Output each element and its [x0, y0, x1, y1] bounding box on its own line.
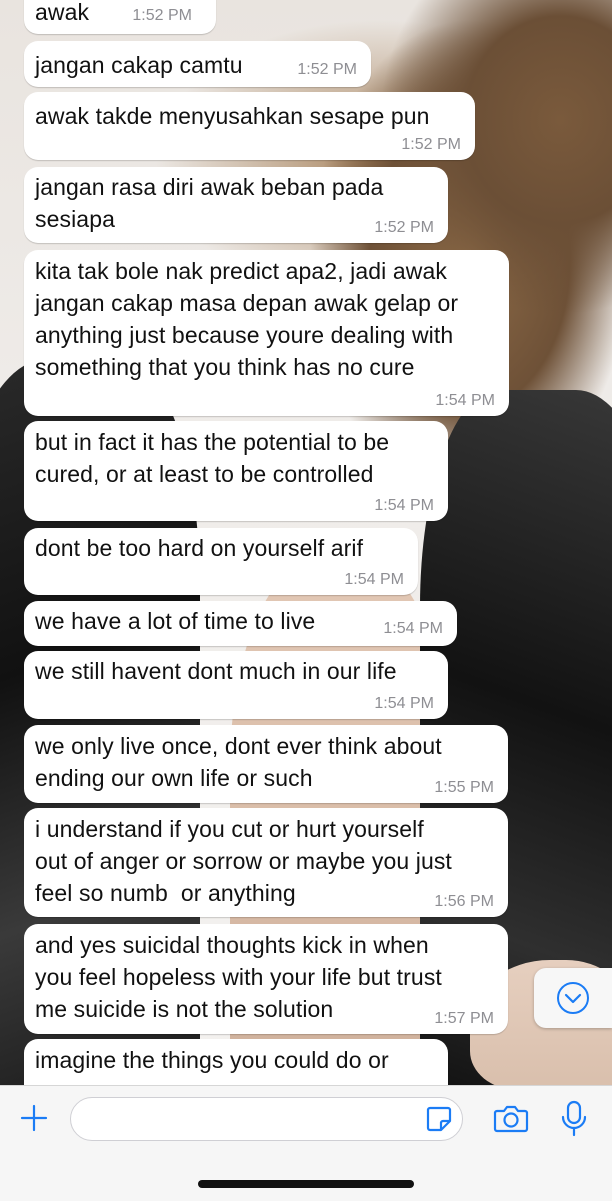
message-bubble[interactable]: we only live once, dont ever think about… [24, 725, 508, 803]
message-text: imagine the things you could do or [35, 1047, 389, 1073]
message-text: but in fact it has the potential to be c… [35, 429, 390, 487]
message-bubble[interactable]: we have a lot of time to live 1:54 PM [24, 601, 457, 646]
message-bubble[interactable]: we still havent dont much in our life 1:… [24, 651, 448, 719]
chevron-down-icon [557, 982, 589, 1014]
message-bubble[interactable]: awak 1:52 PM [24, 0, 216, 34]
message-bubble[interactable]: i understand if you cut or hurt yourself… [24, 808, 508, 917]
message-bubble[interactable]: jangan cakap camtu 1:52 PM [24, 41, 371, 87]
message-time: 1:52 PM [401, 136, 461, 153]
message-input[interactable] [70, 1097, 463, 1141]
message-time: 1:54 PM [344, 571, 404, 588]
home-indicator[interactable] [198, 1180, 414, 1188]
message-bubble[interactable]: dont be too hard on yourself arif 1:54 P… [24, 528, 418, 595]
microphone-icon[interactable] [560, 1100, 588, 1138]
sticker-icon[interactable] [424, 1104, 454, 1134]
message-time: 1:52 PM [132, 7, 192, 24]
message-list[interactable]: awak 1:52 PM jangan cakap camtu 1:52 PM … [0, 0, 612, 1085]
scroll-to-bottom-button[interactable] [534, 968, 612, 1028]
message-text: we still havent dont much in our life [35, 658, 397, 684]
plus-icon[interactable] [18, 1102, 50, 1134]
message-text: awak takde menyusahkan sesape pun [35, 103, 430, 129]
message-text: we only live once, dont ever think about… [35, 733, 442, 791]
message-text: i understand if you cut or hurt yourself… [35, 816, 452, 906]
message-bubble[interactable]: awak takde menyusahkan sesape pun 1:52 P… [24, 92, 475, 160]
camera-icon[interactable] [493, 1103, 529, 1133]
message-text: dont be too hard on yourself arif [35, 535, 364, 561]
message-time: 1:56 PM [434, 893, 494, 910]
message-time: 1:57 PM [434, 1010, 494, 1027]
message-time: 1:54 PM [383, 620, 443, 637]
message-time: 1:54 PM [374, 695, 434, 712]
message-bubble[interactable]: kita tak bole nak predict apa2, jadi awa… [24, 250, 509, 416]
message-bubble[interactable]: jangan rasa diri awak beban pada sesiapa… [24, 167, 448, 243]
message-time: 1:52 PM [374, 219, 434, 236]
message-text: and yes suicidal thoughts kick in when y… [35, 932, 442, 1022]
message-text: kita tak bole nak predict apa2, jadi awa… [35, 258, 459, 380]
message-bubble[interactable]: but in fact it has the potential to be c… [24, 421, 448, 521]
message-time: 1:52 PM [297, 61, 357, 78]
message-bubble[interactable]: imagine the things you could do or [24, 1039, 448, 1085]
message-time: 1:55 PM [434, 779, 494, 796]
message-time: 1:54 PM [435, 392, 495, 409]
message-time: 1:54 PM [374, 497, 434, 514]
message-bubble[interactable]: and yes suicidal thoughts kick in when y… [24, 924, 508, 1034]
